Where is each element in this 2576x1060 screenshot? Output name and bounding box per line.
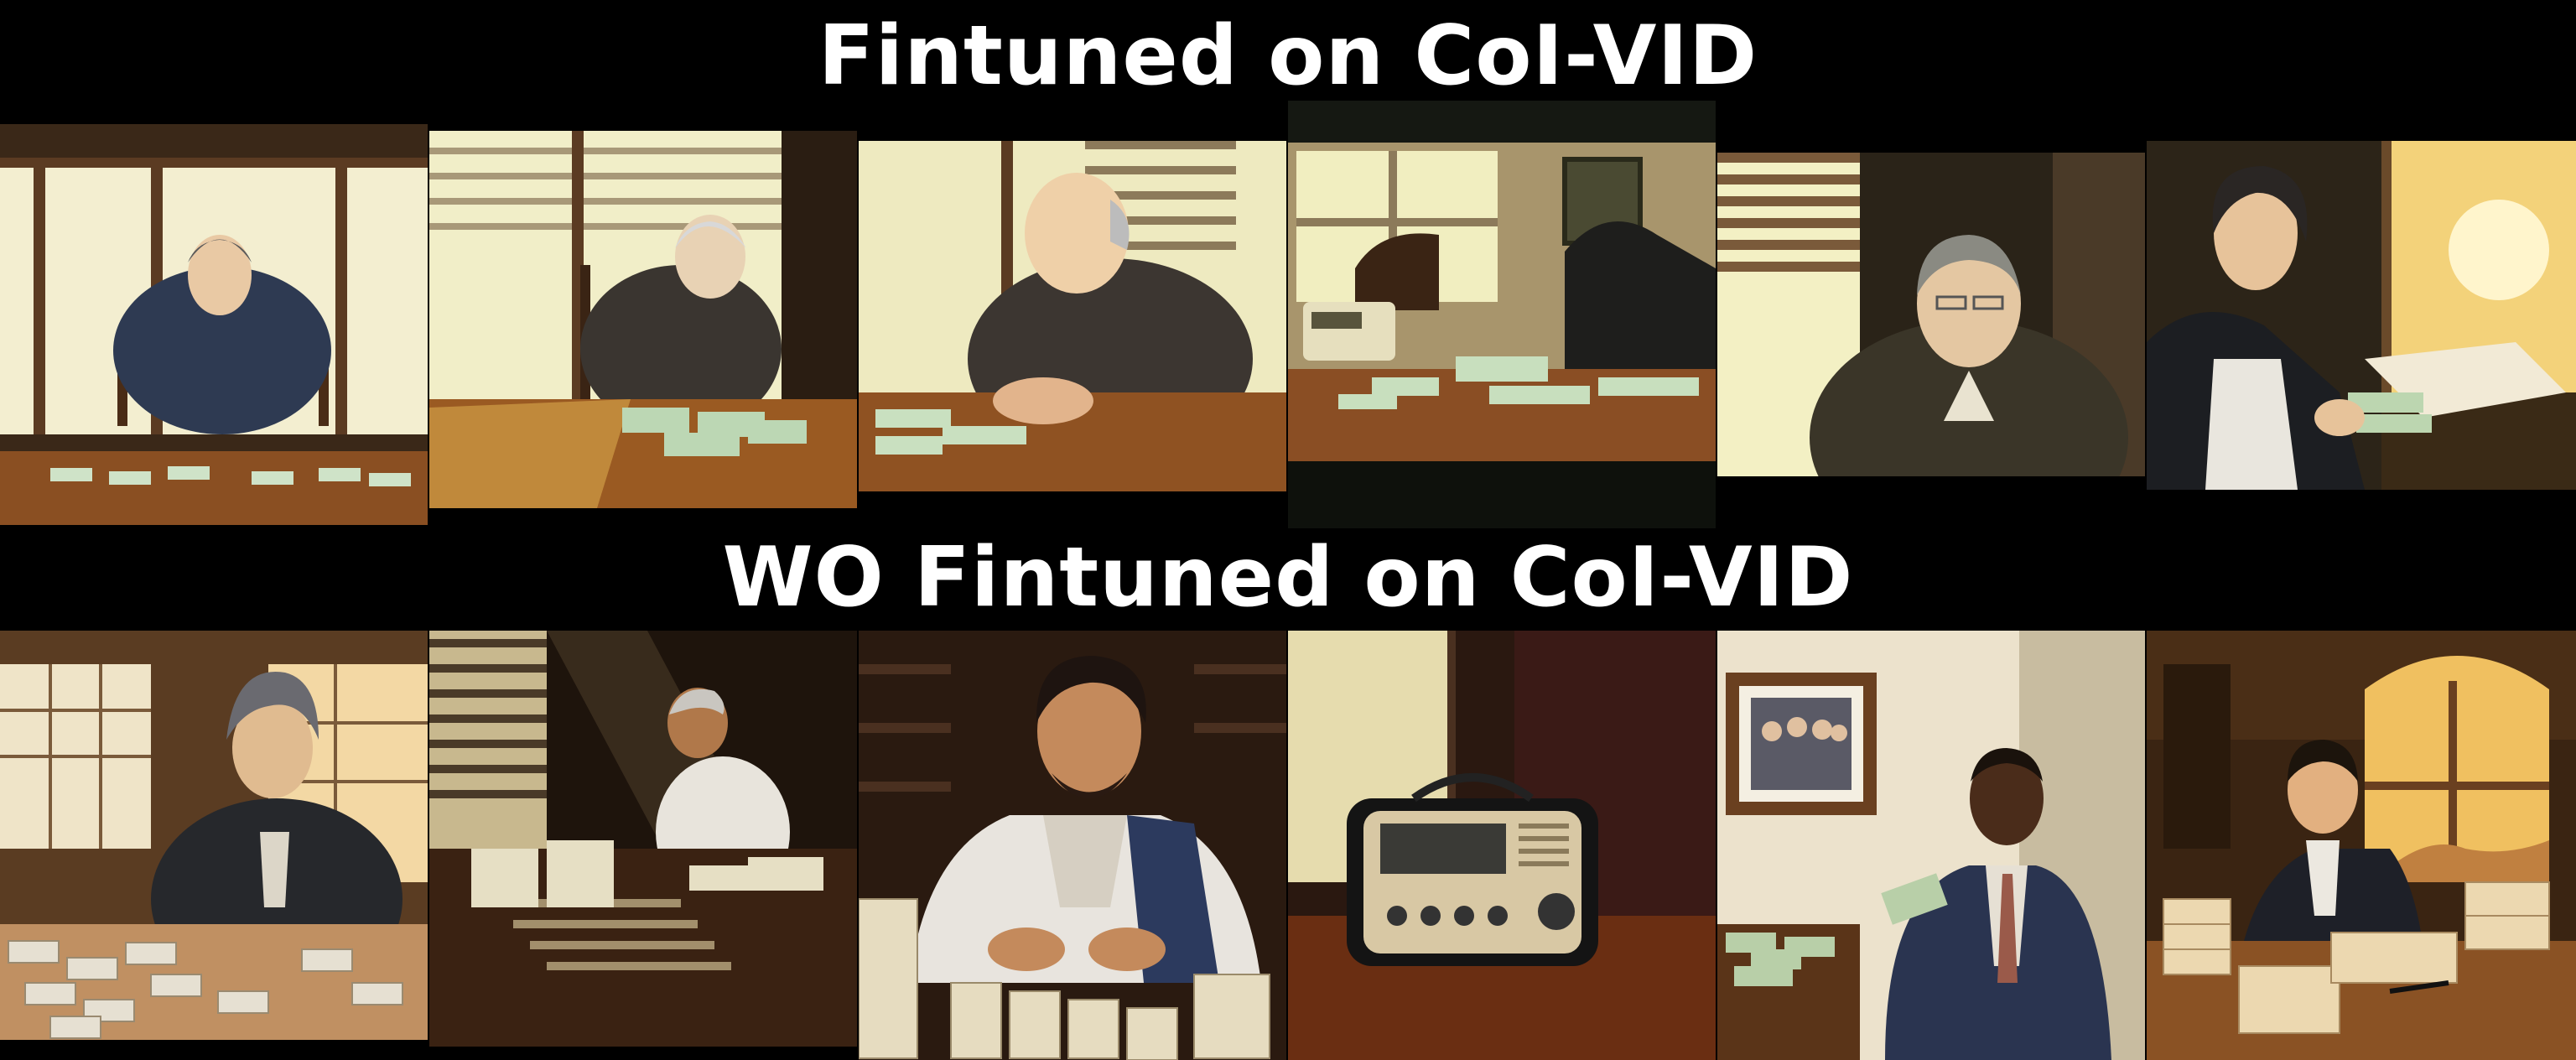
top-panel-1 <box>0 124 428 525</box>
bottom-row-title: WO Fintuned on CoI-VID <box>722 530 1854 626</box>
top-panel-4 <box>1288 101 1716 528</box>
top-panel-5 <box>1717 153 2145 476</box>
top-panel-3 <box>859 141 1286 491</box>
top-row-title: Fintuned on CoI-VID <box>818 8 1758 104</box>
bottom-panel-5 <box>1717 631 2145 1060</box>
bottom-panel-4 <box>1288 631 1716 1060</box>
without-finetune-image-row <box>0 631 2576 1060</box>
top-panel-2 <box>429 131 857 508</box>
bottom-panel-1 <box>0 631 428 1040</box>
top-panel-6 <box>2147 141 2576 490</box>
finetuned-image-row <box>0 101 2576 537</box>
bottom-panel-6 <box>2147 631 2576 1060</box>
bottom-panel-3 <box>859 631 1286 1060</box>
bottom-panel-2 <box>429 631 857 1047</box>
